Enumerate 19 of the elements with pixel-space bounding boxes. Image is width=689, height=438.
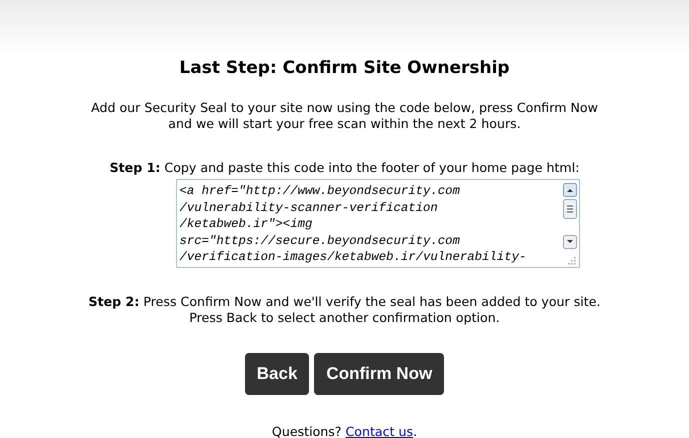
code-line: src="https://secure.beyondsecurity.com: [180, 232, 460, 249]
code-line: /ketabweb.ir"><img: [180, 216, 312, 232]
confirm-button[interactable]: Confirm Now: [314, 353, 444, 395]
scroll-down-icon[interactable]: [563, 235, 577, 249]
back-button[interactable]: Back: [244, 353, 310, 395]
code-line: <a href="http://www.beyondsecurity.com: [180, 183, 460, 200]
code-line: /verification-images/ketabweb.ir/vulnerability-: [180, 249, 526, 266]
scroll-up-icon[interactable]: [563, 183, 577, 197]
intro-text: Add our Security Seal to your site now using the code below, press Confirm Now and we will start your free scan within the next 2 hours.: [91, 100, 598, 132]
page-title: Last Step: Confirm Site Ownership: [179, 58, 510, 78]
contact-link[interactable]: Contact us: [346, 424, 414, 438]
code-line: /vulnerability-scanner-verification: [180, 200, 438, 216]
code-field[interactable]: <a href="http://www.beyondsecurity.com /vulnerability-scanner-verification /ketabweb.ir"><img src="https://secure.beyondsecurity.com /verification-images/ketabweb.ir/vulnerability-: [176, 179, 580, 268]
step-one-text: Step 1: Copy and paste this code into the footer of your home page html:: [110, 160, 580, 176]
resize-grip-icon[interactable]: [568, 257, 576, 265]
questions-text: Questions?: [272, 424, 342, 438]
period-text: .: [413, 424, 418, 438]
step-two-text: Step 2: Press Confirm Now and we'll verify the seal has been added to your site. Press Back to select another confirmation option.: [88, 294, 600, 326]
scrollbar-thumb-icon[interactable]: [563, 199, 577, 219]
